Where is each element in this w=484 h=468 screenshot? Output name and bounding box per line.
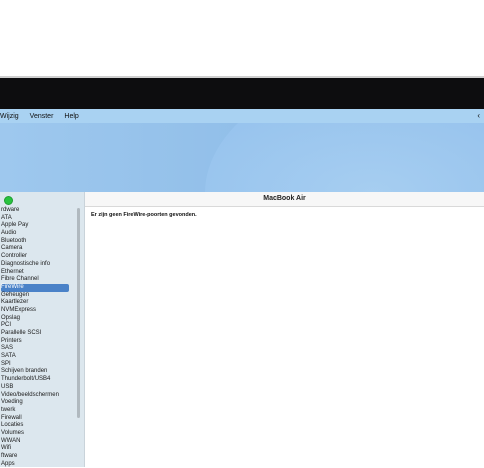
sidebar-item[interactable]: Wifi bbox=[1, 445, 73, 453]
sidebar-item[interactable]: twerk bbox=[1, 407, 73, 415]
sidebar-tree: rdware ATA Apple Pay Audio Bluetooth Camera Co… bbox=[1, 207, 73, 468]
sidebar-item[interactable]: Audio bbox=[1, 230, 73, 238]
sidebar-item[interactable]: WWAN bbox=[1, 438, 73, 446]
sidebar-item[interactable]: Bluetooth bbox=[1, 238, 73, 246]
black-strip bbox=[0, 78, 484, 109]
menu-item-wijzig[interactable]: Wijzig bbox=[0, 113, 23, 120]
sidebar-item[interactable]: PCI bbox=[1, 322, 73, 330]
sidebar-item[interactable]: USB bbox=[1, 384, 73, 392]
sidebar-item[interactable]: Opslag bbox=[1, 315, 73, 323]
sidebar-item[interactable]: rdware bbox=[1, 207, 73, 215]
sidebar-item[interactable]: Ethernet bbox=[1, 269, 73, 277]
zoom-button[interactable] bbox=[4, 196, 13, 205]
sidebar-item[interactable]: Firewall bbox=[1, 415, 73, 423]
chevron-left-icon[interactable]: ‹ bbox=[477, 111, 480, 120]
sidebar-item[interactable]: Kaartlezer bbox=[1, 299, 73, 307]
menu-item-venster[interactable]: Venster bbox=[30, 113, 58, 120]
sidebar-item[interactable]: SATA bbox=[1, 353, 73, 361]
sidebar-item[interactable]: Video/beeldschermen bbox=[1, 392, 73, 400]
sidebar-item[interactable]: Locaties bbox=[1, 422, 73, 430]
sidebar-item[interactable]: Voeding bbox=[1, 399, 73, 407]
wallpaper-swirl bbox=[205, 123, 484, 192]
sidebar-item[interactable]: Schijven branden bbox=[1, 368, 73, 376]
sidebar-item[interactable]: Controller bbox=[1, 253, 73, 261]
sidebar-item[interactable]: NVMExpress bbox=[1, 307, 73, 315]
sidebar-item[interactable]: Geheugen bbox=[1, 292, 73, 300]
sidebar: rdware ATA Apple Pay Audio Bluetooth Camera Co… bbox=[0, 192, 85, 467]
sidebar-item[interactable]: ATA bbox=[1, 215, 73, 223]
sidebar-item[interactable]: ftware bbox=[1, 453, 73, 461]
menu-item-help[interactable]: Help bbox=[64, 113, 82, 120]
empty-state-message: Er zijn geen FireWire-poorten gevonden. bbox=[91, 212, 197, 218]
sidebar-item[interactable]: Fibre Channel bbox=[1, 276, 73, 284]
sidebar-item[interactable]: Diagnostische info bbox=[1, 261, 73, 269]
sidebar-item[interactable]: Thunderbolt/USB4 bbox=[1, 376, 73, 384]
window-title: MacBook Air bbox=[85, 192, 484, 207]
sidebar-scrollbar[interactable] bbox=[77, 208, 80, 418]
sidebar-item[interactable]: SAS bbox=[1, 345, 73, 353]
sidebar-item[interactable]: Parallelle SCSI bbox=[1, 330, 73, 338]
menu-bar: Wijzig Venster Help ‹ bbox=[0, 109, 484, 123]
system-information-window: rdware ATA Apple Pay Audio Bluetooth Camera Co… bbox=[0, 192, 484, 467]
sidebar-item[interactable]: Camera bbox=[1, 245, 73, 253]
desktop-top-area bbox=[0, 0, 484, 76]
sidebar-item[interactable]: SPI bbox=[1, 361, 73, 369]
sidebar-item[interactable]: Volumes bbox=[1, 430, 73, 438]
sidebar-item[interactable]: Apple Pay bbox=[1, 222, 73, 230]
desktop-wallpaper bbox=[0, 123, 484, 192]
sidebar-item[interactable]: FireWire bbox=[1, 283, 69, 292]
sidebar-item[interactable]: Printers bbox=[1, 338, 73, 346]
